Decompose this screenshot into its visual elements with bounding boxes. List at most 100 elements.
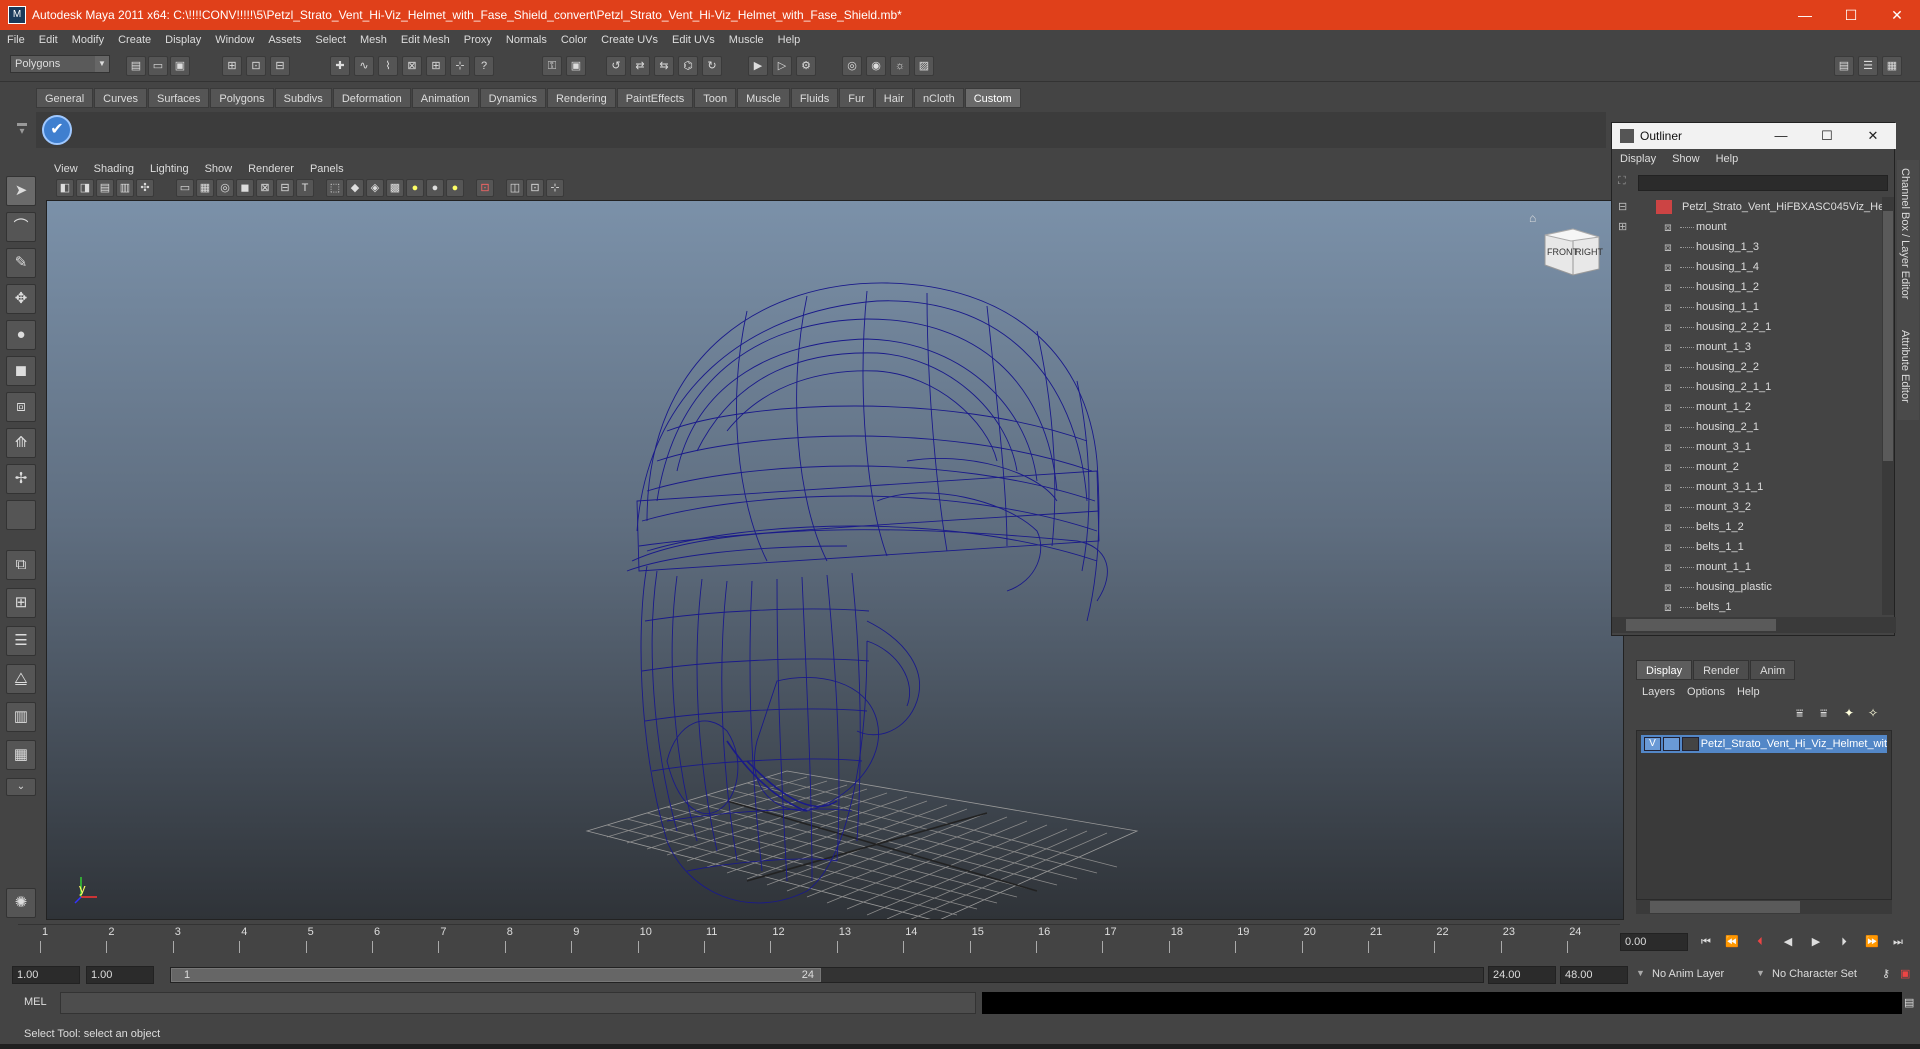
xray-icon[interactable]: ◫: [506, 179, 524, 197]
outliner-minimize-button[interactable]: —: [1758, 123, 1804, 149]
bookmark-icon[interactable]: ▤: [96, 179, 114, 197]
snap-plane-icon[interactable]: ⊠: [402, 56, 422, 76]
animation-end-field[interactable]: 48.00: [1560, 966, 1628, 984]
empty-tool-slot[interactable]: [6, 500, 36, 530]
close-button[interactable]: ✕: [1874, 0, 1920, 30]
camera-select-icon[interactable]: ◧: [56, 179, 74, 197]
text-overlay-icon[interactable]: T: [296, 179, 314, 197]
shelf-tab-hair[interactable]: Hair: [874, 88, 913, 108]
shelf-tab-animation[interactable]: Animation: [411, 88, 479, 108]
input-ops-icon[interactable]: ⇄: [630, 56, 650, 76]
shelf-tab-curves[interactable]: Curves: [94, 88, 147, 108]
select-lock-icon[interactable]: ▣: [566, 56, 586, 76]
mel-label[interactable]: MEL: [24, 996, 47, 1008]
shelf-tab-polygons[interactable]: Polygons: [210, 88, 274, 108]
rotate-tool-icon[interactable]: ●: [6, 320, 36, 350]
lock-icon[interactable]: ⚿: [542, 56, 562, 76]
outliner-item[interactable]: ⧈ housing_1_1: [1612, 297, 1882, 317]
layer-menu-layers[interactable]: Layers: [1636, 686, 1681, 698]
snap-live-icon[interactable]: ⊹: [450, 56, 470, 76]
key-icon[interactable]: ⚷: [1882, 967, 1890, 980]
menu-normals[interactable]: Normals: [499, 34, 554, 46]
current-time-field[interactable]: 0.00: [1620, 933, 1688, 951]
menu-muscle[interactable]: Muscle: [722, 34, 771, 46]
outliner-layout-icon[interactable]: ☰: [6, 626, 36, 656]
outliner-item[interactable]: ⧈ mount_1_1: [1612, 557, 1882, 577]
shelf-tab-custom[interactable]: Custom: [964, 88, 1021, 108]
animation-preferences-icon[interactable]: ▣: [1900, 967, 1910, 980]
all-lights-icon[interactable]: ●: [426, 179, 444, 197]
lasso-tool-icon[interactable]: ⌒: [6, 212, 36, 242]
new-layer-icon[interactable]: ✦: [1844, 706, 1854, 720]
shelf-tab-deformation[interactable]: Deformation: [332, 88, 411, 108]
smooth-shade-icon[interactable]: ◆: [346, 179, 364, 197]
outliner-item[interactable]: ⧈ housing_1_4: [1612, 257, 1882, 277]
outliner-vertical-scrollbar[interactable]: [1882, 197, 1894, 615]
menu-help[interactable]: Help: [771, 34, 808, 46]
vp-menu-show[interactable]: Show: [197, 163, 241, 175]
shelf-tab-painteffects[interactable]: PaintEffects: [616, 88, 694, 108]
outliner-horizontal-scrollbar[interactable]: [1612, 617, 1896, 633]
menu-set-dropdown[interactable]: Polygons ▼: [10, 55, 110, 73]
new-layer-selected-icon[interactable]: ✧: [1868, 706, 1878, 720]
view-cube[interactable]: FRONT RIGHT ⌂: [1529, 211, 1603, 279]
xray-joints-icon[interactable]: ⊡: [526, 179, 544, 197]
outliner-close-button[interactable]: ✕: [1850, 123, 1896, 149]
menu-window[interactable]: Window: [208, 34, 261, 46]
ipr-render-icon[interactable]: ▷: [772, 56, 792, 76]
wireframe-icon[interactable]: ⬚: [326, 179, 344, 197]
field-chart-icon[interactable]: ◼: [236, 179, 254, 197]
more-layouts-icon[interactable]: ⌄: [6, 778, 36, 796]
tool-settings-toggle-icon[interactable]: ☰: [1858, 56, 1878, 76]
layer-horizontal-scrollbar[interactable]: [1636, 900, 1892, 914]
snap-surface-icon[interactable]: ⊞: [426, 56, 446, 76]
shelf-tab-muscle[interactable]: Muscle: [737, 88, 790, 108]
select-component-icon[interactable]: ⊟: [270, 56, 290, 76]
attribute-editor-toggle-icon[interactable]: ▤: [1834, 56, 1854, 76]
grid-toggle-icon[interactable]: ✣: [136, 179, 154, 197]
outliner-item[interactable]: ⧈ belts_1_2: [1612, 517, 1882, 537]
outliner-menu-show[interactable]: Show: [1664, 153, 1708, 165]
vp-menu-renderer[interactable]: Renderer: [240, 163, 302, 175]
wireframe-on-shaded-icon[interactable]: ◈: [366, 179, 384, 197]
gate-mask-icon[interactable]: ◎: [216, 179, 234, 197]
play-forwards-button[interactable]: ▶: [1804, 933, 1828, 951]
outliner-filter-input[interactable]: [1638, 175, 1888, 191]
home-icon[interactable]: ⌂: [1529, 211, 1536, 225]
chevron-down-icon[interactable]: ▼: [1636, 968, 1648, 978]
menu-select[interactable]: Select: [308, 34, 353, 46]
range-slider-handle[interactable]: 1 24: [171, 968, 821, 982]
outliner-scroll-thumb[interactable]: [1883, 211, 1893, 461]
render-view-icon[interactable]: ◉: [866, 56, 886, 76]
step-back-frame-button[interactable]: ⏪: [1720, 933, 1744, 951]
outliner-item[interactable]: ⧈ housing_2_1_1: [1612, 377, 1882, 397]
outliner-item[interactable]: ⧈ mount_3_2: [1612, 497, 1882, 517]
shadows-icon[interactable]: ●: [446, 179, 464, 197]
graph-layout-icon[interactable]: ⧋: [6, 664, 36, 694]
outliner-item[interactable]: ⧈ belts_1: [1612, 597, 1882, 615]
save-scene-icon[interactable]: ▣: [170, 56, 190, 76]
layer-display-type-toggle[interactable]: [1662, 737, 1680, 751]
help-icon[interactable]: ?: [474, 56, 494, 76]
layer-list[interactable]: V Petzl_Strato_Vent_Hi_Viz_Helmet_wit: [1636, 730, 1892, 900]
outliner-item[interactable]: ⧈ mount_1_2: [1612, 397, 1882, 417]
menu-create-uvs[interactable]: Create UVs: [594, 34, 665, 46]
layer-hscroll-thumb[interactable]: [1650, 901, 1800, 913]
vp-menu-lighting[interactable]: Lighting: [142, 163, 197, 175]
paint-select-tool-icon[interactable]: ✎: [6, 248, 36, 278]
open-scene-icon[interactable]: ▭: [148, 56, 168, 76]
shelf-options-icon[interactable]: ▬ ▾: [14, 119, 30, 146]
channel-box-toggle-icon[interactable]: ▦: [1882, 56, 1902, 76]
resolution-gate-icon[interactable]: ▦: [196, 179, 214, 197]
shelf-tab-fluids[interactable]: Fluids: [790, 88, 839, 108]
menu-proxy[interactable]: Proxy: [457, 34, 499, 46]
mel-command-input[interactable]: [60, 992, 976, 1014]
output-ops-icon[interactable]: ⇆: [654, 56, 674, 76]
character-set-dropdown[interactable]: No Character Set: [1772, 968, 1857, 980]
playback-start-field[interactable]: 1.00: [86, 966, 154, 984]
history-icon[interactable]: ↺: [606, 56, 626, 76]
vp-menu-panels[interactable]: Panels: [302, 163, 352, 175]
select-object-icon[interactable]: ⊡: [246, 56, 266, 76]
shelf-tab-dynamics[interactable]: Dynamics: [479, 88, 546, 108]
collapse-icon[interactable]: ⊟: [1618, 197, 1627, 217]
